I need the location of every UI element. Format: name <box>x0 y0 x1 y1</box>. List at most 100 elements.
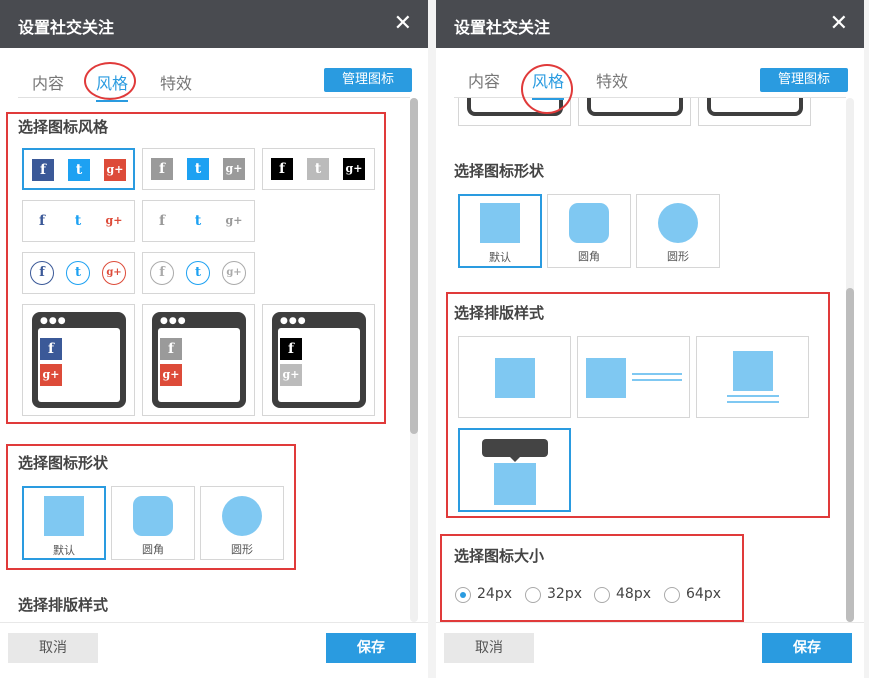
shape-option-rounded[interactable]: 圆角 <box>111 486 195 560</box>
facebook-icon: f <box>280 338 302 360</box>
shape-label-circle: 圆形 <box>231 543 253 556</box>
style-option-color-square[interactable]: f t g+ <box>22 148 135 190</box>
facebook-icon: f <box>151 158 173 180</box>
google-plus-icon: g+ <box>104 159 126 181</box>
style-option-color-circle[interactable]: f t g+ <box>22 252 135 294</box>
style-option-gray-square[interactable]: f t g+ <box>142 148 255 190</box>
style-option-floating-gray[interactable]: ●●● f g+ <box>142 304 255 416</box>
twitter-icon: t <box>74 213 82 229</box>
browser-window-icon: ●●● f g+ <box>272 312 366 408</box>
save-button[interactable]: 保存 <box>326 633 416 663</box>
window-dots-icon: ●●● <box>160 316 187 326</box>
style-option-color-plain[interactable]: f t g+ <box>22 200 135 242</box>
dialog-left: 设置社交关注 ✕ 内容 风格 特效 管理图标 选择图标风格 f t g+ f t… <box>0 0 428 678</box>
circle-shape-icon <box>658 203 698 243</box>
dialog-title: 设置社交关注 <box>18 18 115 37</box>
section-icon-size: 选择图标大小 <box>454 547 545 565</box>
layout-option-icon-text-below[interactable] <box>696 336 809 418</box>
shape-label-default: 默认 <box>489 251 511 264</box>
highlight-oval <box>521 64 573 114</box>
style-option-gray-circle[interactable]: f t g+ <box>142 252 255 294</box>
shape-label-rounded: 圆角 <box>142 543 164 556</box>
style-option-black-square[interactable]: f t g+ <box>262 148 375 190</box>
layout-option-icon-text-right[interactable] <box>577 336 690 418</box>
section-icon-shape: 选择图标形状 <box>18 454 109 472</box>
layout-square-icon <box>494 463 536 505</box>
cancel-button[interactable]: 取消 <box>8 633 98 663</box>
twitter-icon: t <box>186 261 210 285</box>
section-layout: 选择排版样式 <box>18 596 109 614</box>
text-line-icon <box>727 395 779 397</box>
twitter-icon: t <box>307 158 329 180</box>
google-plus-icon: g+ <box>40 364 62 386</box>
google-plus-icon: g+ <box>223 158 245 180</box>
dialog-footer: 取消 保存 <box>436 622 864 678</box>
section-icon-style: 选择图标风格 <box>18 118 109 136</box>
shape-label-rounded: 圆角 <box>578 250 600 263</box>
facebook-icon: f <box>158 213 166 229</box>
shape-option-default[interactable]: 默认 <box>458 194 542 268</box>
scrollbar-thumb[interactable] <box>846 288 854 622</box>
google-plus-icon: g+ <box>160 364 182 386</box>
cancel-button[interactable]: 取消 <box>444 633 534 663</box>
dialog-title: 设置社交关注 <box>454 18 551 37</box>
facebook-icon: f <box>271 158 293 180</box>
tab-content[interactable]: 内容 <box>32 70 64 94</box>
radio-size-64[interactable] <box>664 587 680 603</box>
layout-square-icon <box>495 358 535 398</box>
facebook-icon: f <box>40 338 62 360</box>
save-button[interactable]: 保存 <box>762 633 852 663</box>
radio-size-24[interactable] <box>455 587 471 603</box>
layout-option-icon-only[interactable] <box>458 336 571 418</box>
style-option-floating-color[interactable]: ●●● f g+ <box>22 304 135 416</box>
facebook-icon: f <box>160 338 182 360</box>
shape-option-rounded[interactable]: 圆角 <box>547 194 631 268</box>
scrollbar[interactable] <box>410 98 418 622</box>
manage-icons-button[interactable]: 管理图标 <box>324 68 412 92</box>
tab-effect[interactable]: 特效 <box>596 68 628 92</box>
text-line-icon <box>632 379 682 381</box>
text-line-icon <box>632 373 682 375</box>
shape-option-default[interactable]: 默认 <box>22 486 106 560</box>
google-plus-icon: g+ <box>102 261 126 285</box>
manage-icons-button[interactable]: 管理图标 <box>760 68 848 92</box>
google-plus-icon: g+ <box>343 158 365 180</box>
dialog-footer: 取消 保存 <box>0 622 428 678</box>
shape-option-circle[interactable]: 圆形 <box>636 194 720 268</box>
scrollbar-thumb[interactable] <box>410 98 418 434</box>
style-option-gray-plain[interactable]: f t g+ <box>142 200 255 242</box>
twitter-icon: t <box>66 261 90 285</box>
style-option-floating-black[interactable]: ●●● f g+ <box>262 304 375 416</box>
dialog-header: 设置社交关注 ✕ <box>436 0 864 48</box>
browser-window-icon: ●●● f g+ <box>152 312 246 408</box>
text-line-icon <box>727 401 779 403</box>
size-label-24: 24px <box>477 586 512 602</box>
shape-option-circle[interactable]: 圆形 <box>200 486 284 560</box>
radio-size-48[interactable] <box>594 587 610 603</box>
rounded-square-icon <box>569 203 609 243</box>
highlight-oval <box>84 62 136 100</box>
twitter-icon: t <box>187 158 209 180</box>
tab-content[interactable]: 内容 <box>468 68 500 92</box>
facebook-icon: f <box>150 261 174 285</box>
square-shape-icon <box>44 496 84 536</box>
scrollbar[interactable] <box>846 98 854 622</box>
dialog-header: 设置社交关注 ✕ <box>0 0 428 48</box>
close-icon[interactable]: ✕ <box>394 11 412 36</box>
facebook-icon: f <box>30 261 54 285</box>
size-label-48: 48px <box>616 586 651 602</box>
google-plus-icon: g+ <box>280 364 302 386</box>
facebook-icon: f <box>38 213 46 229</box>
shape-label-circle: 圆形 <box>667 250 689 263</box>
tab-effect[interactable]: 特效 <box>160 70 192 94</box>
dialog-right: 设置社交关注 ✕ 内容 风格 特效 管理图标 选择图标形状 默认 圆角 圆形 选… <box>436 0 864 678</box>
shape-label-default: 默认 <box>53 544 75 557</box>
size-label-64: 64px <box>686 586 721 602</box>
google-plus-icon: g+ <box>225 214 243 227</box>
layout-option-tooltip[interactable] <box>458 428 571 512</box>
google-plus-icon: g+ <box>105 214 123 227</box>
radio-size-32[interactable] <box>525 587 541 603</box>
square-shape-icon <box>480 203 520 243</box>
layout-square-icon <box>586 358 626 398</box>
close-icon[interactable]: ✕ <box>830 11 848 36</box>
